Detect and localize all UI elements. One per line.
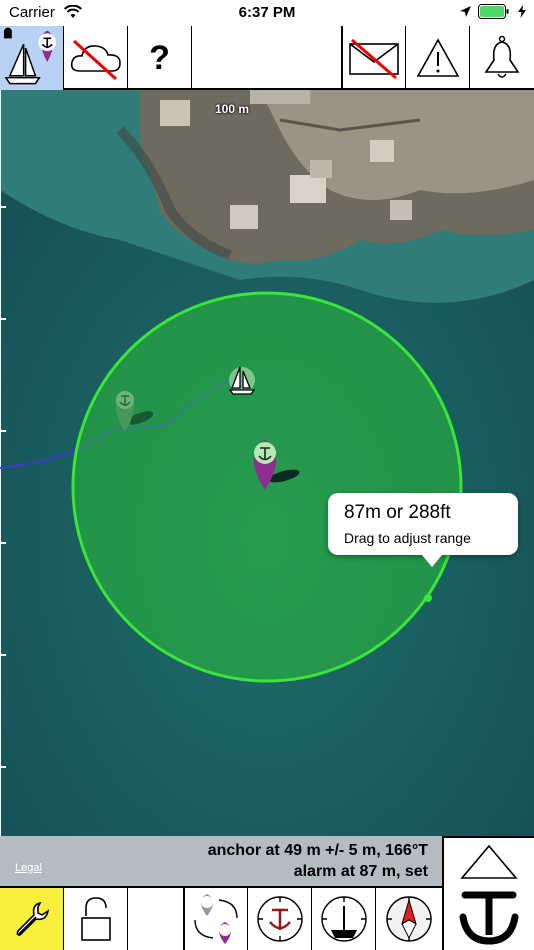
alarm-bell-button[interactable]: [470, 26, 534, 90]
settings-button[interactable]: [0, 888, 64, 950]
anchor-distance-text: anchor at 49 m +/- 5 m, 166°T: [207, 842, 428, 859]
map-imagery: [0, 90, 534, 836]
drop-anchor-button[interactable]: [442, 886, 534, 950]
location-arrow-icon: [460, 6, 471, 17]
battery-icon: [478, 4, 509, 19]
triangle-up-icon: [460, 844, 518, 879]
charging-bolt-icon: [518, 5, 526, 18]
satellite-map[interactable]: 100 m 87m or 288ft Drag to adjust range: [0, 90, 534, 836]
bottom-toolbar: [0, 886, 442, 950]
boat-anchor-view-button[interactable]: [0, 26, 64, 90]
envelope-disabled-icon: [349, 38, 399, 80]
messages-off-button[interactable]: [342, 26, 406, 90]
help-label: ?: [149, 38, 170, 77]
lock-button[interactable]: [64, 888, 128, 950]
anchor-compass-button[interactable]: [248, 888, 312, 950]
unlocked-padlock-icon: [80, 897, 111, 941]
warning-triangle-icon: [416, 38, 459, 77]
map-scale-label: 100 m: [215, 102, 250, 116]
cloud-disabled-icon: [70, 39, 121, 81]
range-hint: Drag to adjust range: [344, 530, 471, 546]
swap-anchors-icon: [194, 894, 238, 944]
clock: 6:37 PM: [238, 4, 296, 21]
range-tooltip[interactable]: 87m or 288ft Drag to adjust range: [328, 493, 518, 567]
help-button[interactable]: ?: [128, 26, 192, 90]
swap-pins-button[interactable]: [184, 888, 248, 950]
anchor-compass-icon: [256, 896, 303, 942]
range-value: 87m or 288ft: [344, 502, 451, 523]
anchor-icon: [459, 891, 519, 945]
legal-link[interactable]: Legal: [15, 862, 42, 874]
warning-button[interactable]: [406, 26, 470, 90]
empty-toolbar-slot: [192, 26, 342, 90]
wrench-icon: [16, 901, 49, 936]
anchor-info-panel: Legal anchor at 49 m +/- 5 m, 166°T alar…: [0, 836, 442, 886]
boat-position-icon: [228, 366, 256, 395]
boat-compass-icon: [320, 896, 367, 942]
north-compass-button[interactable]: [376, 888, 442, 950]
boat-anchor-icon: [3, 27, 62, 88]
raise-anchor-button[interactable]: [442, 836, 534, 886]
weather-off-button[interactable]: [64, 26, 128, 90]
alarm-status-text: alarm at 87 m, set: [293, 863, 428, 880]
boat-compass-button[interactable]: [312, 888, 376, 950]
compass-needle-icon: [386, 896, 432, 942]
top-toolbar: ?: [0, 26, 534, 90]
status-bar: Carrier 6:37 PM: [0, 0, 534, 26]
bell-icon: [484, 35, 520, 78]
empty-bottom-slot: [128, 888, 184, 950]
